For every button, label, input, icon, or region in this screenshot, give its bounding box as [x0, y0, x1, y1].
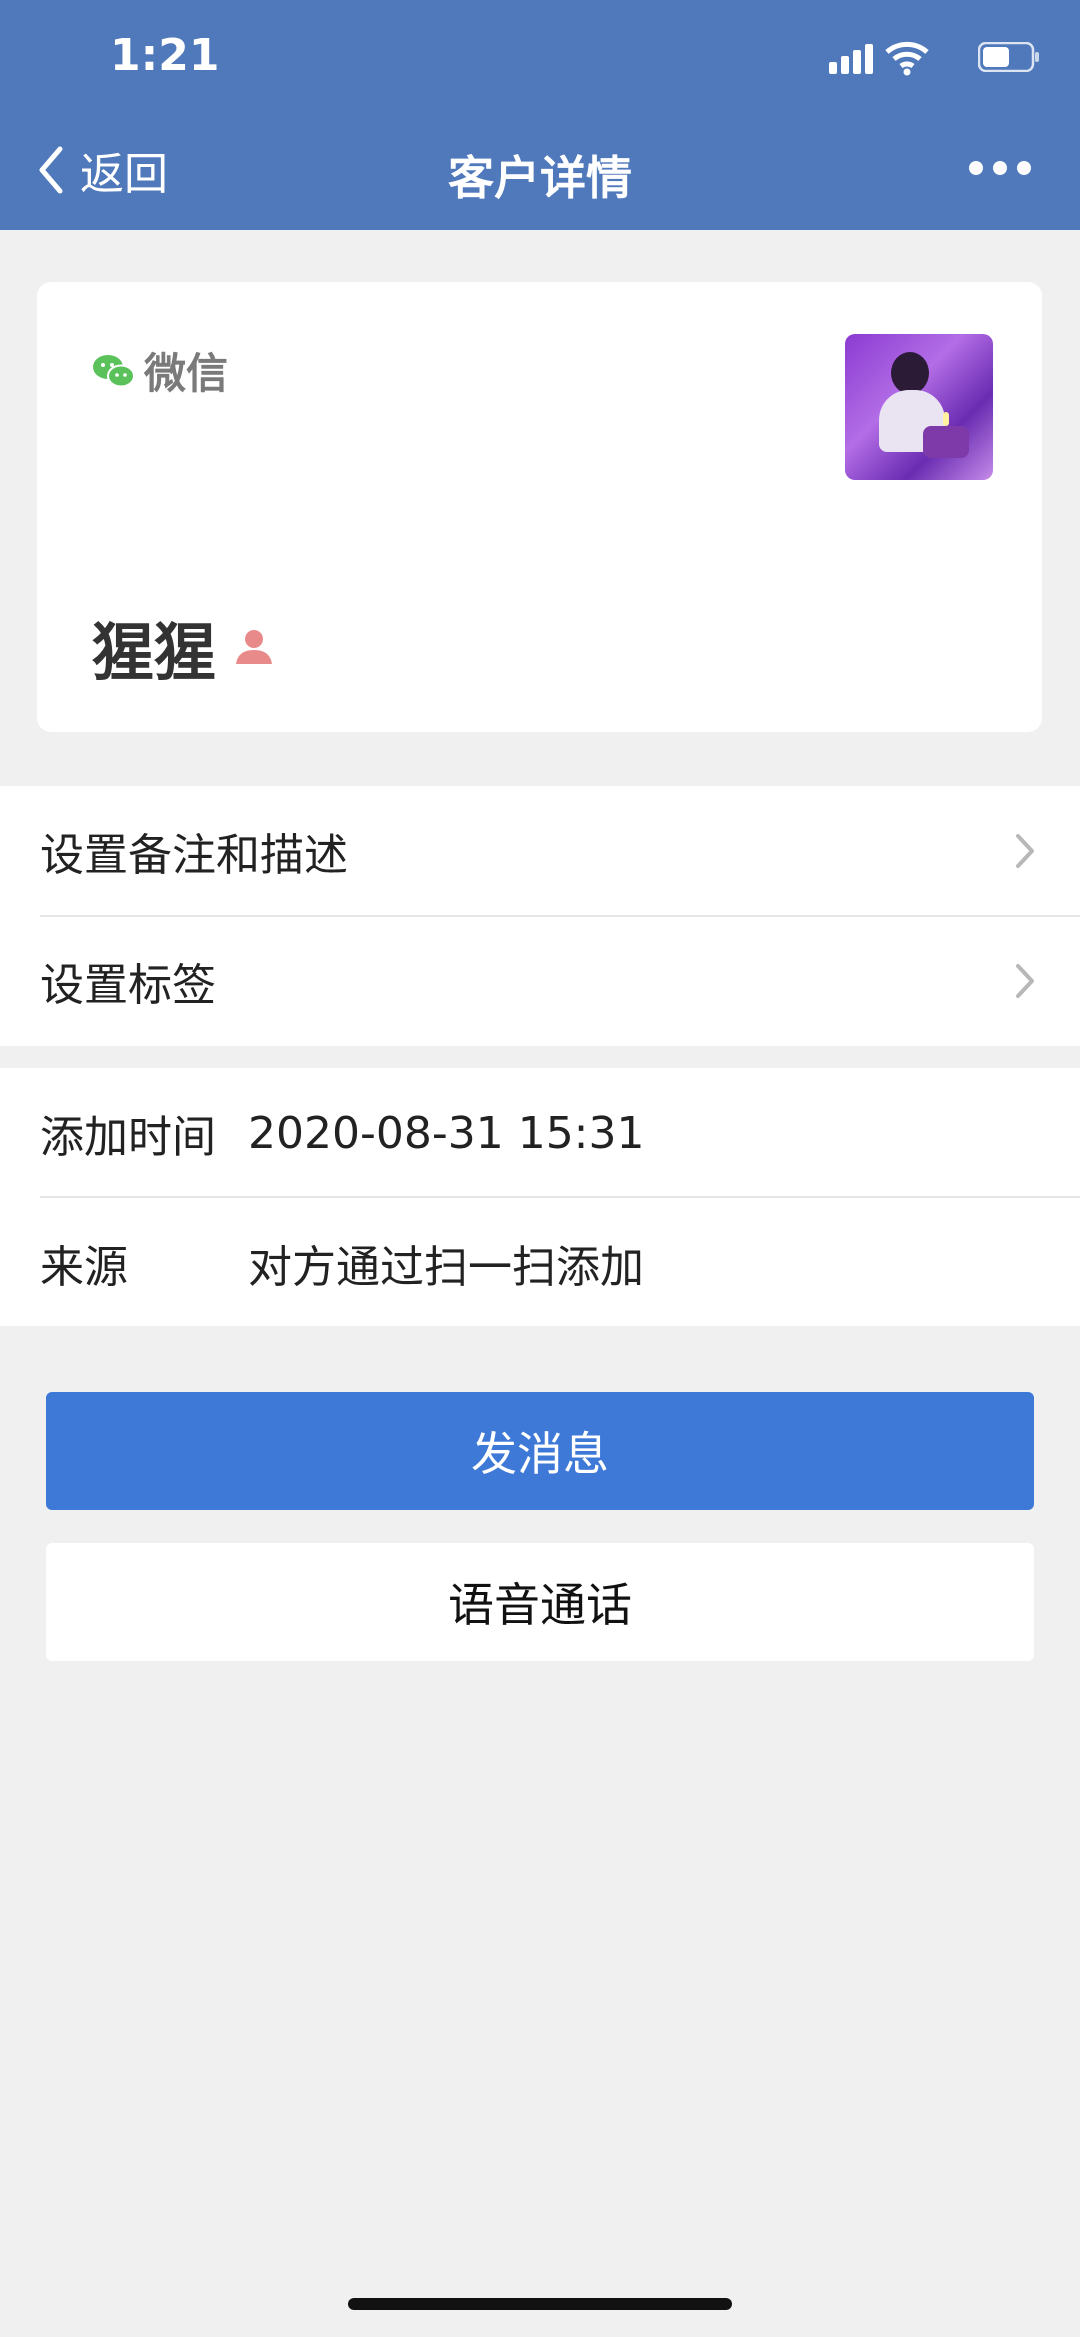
- person-icon: [236, 630, 273, 664]
- status-icons: [780, 40, 1040, 80]
- info-group: 添加时间 2020-08-31 15:31 来源 对方通过扫一扫添加: [0, 1068, 1080, 1326]
- settings-group: 设置备注和描述 设置标签: [0, 786, 1080, 1046]
- wechat-icon: [93, 354, 135, 387]
- set-remark-label: 设置备注和描述: [40, 830, 348, 881]
- set-tags-row[interactable]: 设置标签: [0, 916, 1080, 1046]
- voice-call-button[interactable]: 语音通话: [46, 1543, 1034, 1661]
- chevron-right-icon: [1016, 834, 1034, 868]
- platform-label: 微信: [144, 349, 229, 398]
- page-title: 客户详情: [448, 151, 632, 205]
- top-header: 1:21 返回 客户详情: [0, 0, 1080, 230]
- set-tags-label: 设置标签: [40, 960, 216, 1011]
- source-row: 来源 对方通过扫一扫添加: [0, 1198, 1080, 1328]
- added-time-value: 2020-08-31 15:31: [248, 1107, 645, 1159]
- cellular-signal-icon: [829, 44, 873, 74]
- set-remark-row[interactable]: 设置备注和描述: [0, 786, 1080, 916]
- status-time: 1:21: [110, 30, 220, 81]
- platform-badge: 微信: [92, 340, 228, 401]
- customer-name: 猩猩: [92, 616, 217, 689]
- added-time-label: 添加时间: [40, 1112, 216, 1163]
- more-options-icon[interactable]: [968, 158, 1032, 178]
- source-label: 来源: [40, 1242, 128, 1293]
- customer-name-row: 猩猩: [92, 602, 274, 692]
- avatar[interactable]: [845, 334, 993, 480]
- chevron-right-icon: [1016, 964, 1034, 998]
- send-message-button[interactable]: 发消息: [46, 1392, 1034, 1510]
- added-time-row: 添加时间 2020-08-31 15:31: [0, 1068, 1080, 1198]
- battery-icon: [978, 42, 1039, 72]
- customer-card: 微信 猩猩: [37, 282, 1042, 732]
- home-indicator[interactable]: [348, 2298, 732, 2310]
- wifi-icon: [885, 41, 929, 76]
- source-value: 对方通过扫一扫添加: [248, 1242, 644, 1293]
